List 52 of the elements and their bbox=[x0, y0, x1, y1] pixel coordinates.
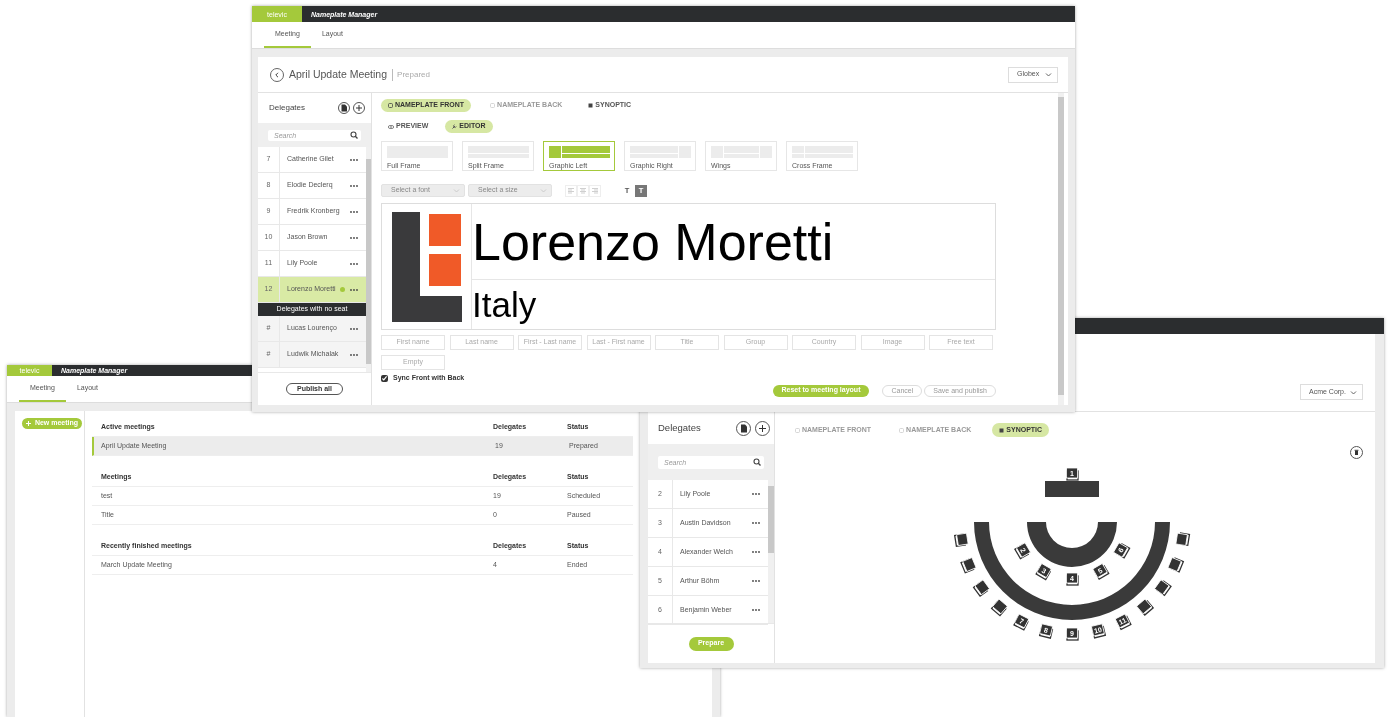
plus-icon bbox=[25, 421, 31, 426]
meeting-title: April Update Meeting bbox=[289, 66, 388, 82]
delegate-name: Lorenzo Moretti bbox=[472, 215, 834, 268]
eye-icon bbox=[388, 124, 394, 129]
more-icon[interactable] bbox=[350, 327, 358, 330]
more-icon[interactable] bbox=[350, 236, 358, 239]
document-icon bbox=[739, 423, 748, 433]
scrollbar[interactable] bbox=[366, 147, 371, 372]
add-icon bbox=[758, 423, 767, 433]
document-button[interactable] bbox=[338, 102, 350, 114]
more-icon[interactable] bbox=[350, 262, 358, 265]
search-icon bbox=[753, 458, 761, 466]
chevron-icon bbox=[540, 188, 547, 193]
more-icon[interactable] bbox=[350, 184, 358, 187]
search-icon bbox=[350, 131, 358, 139]
panel-title: Delegates bbox=[269, 102, 307, 114]
sync-checkbox[interactable] bbox=[381, 374, 388, 382]
country-name: Italy bbox=[472, 287, 537, 322]
delete-button[interactable] bbox=[1350, 446, 1363, 459]
chevron-icon bbox=[1045, 72, 1052, 77]
back-button[interactable] bbox=[270, 67, 284, 82]
meeting-status: Prepared bbox=[392, 68, 430, 81]
back-icon bbox=[274, 71, 280, 78]
nameplate-icon bbox=[899, 427, 905, 433]
seat-icon bbox=[999, 427, 1005, 433]
seat[interactable] bbox=[1175, 532, 1191, 547]
add-button[interactable] bbox=[755, 420, 770, 436]
wrench-icon bbox=[452, 124, 458, 129]
chevron-icon bbox=[1350, 389, 1357, 395]
seat[interactable] bbox=[1167, 557, 1185, 573]
more-icon[interactable] bbox=[350, 353, 358, 356]
more-icon[interactable] bbox=[350, 288, 358, 291]
add-button[interactable] bbox=[353, 102, 365, 114]
nameplate-icon bbox=[490, 103, 496, 108]
chevron-icon bbox=[453, 188, 460, 193]
add-icon bbox=[355, 104, 363, 112]
nameplate-icon bbox=[388, 103, 393, 108]
document-icon bbox=[340, 104, 348, 112]
seat[interactable] bbox=[953, 532, 969, 548]
more-icon[interactable] bbox=[350, 158, 358, 161]
scrollbar[interactable] bbox=[768, 480, 774, 623]
seat-icon bbox=[588, 103, 594, 108]
seat[interactable] bbox=[1154, 579, 1172, 597]
trash-icon bbox=[1353, 449, 1360, 456]
podium bbox=[1045, 481, 1099, 497]
more-icon[interactable] bbox=[350, 210, 358, 213]
layout-thumbnail-icon bbox=[549, 146, 610, 158]
document-button[interactable] bbox=[736, 420, 751, 436]
panel-title: Delegates bbox=[658, 420, 702, 435]
nameplate-icon bbox=[795, 427, 800, 433]
seat[interactable] bbox=[960, 557, 977, 574]
scrollbar[interactable] bbox=[1058, 93, 1064, 405]
